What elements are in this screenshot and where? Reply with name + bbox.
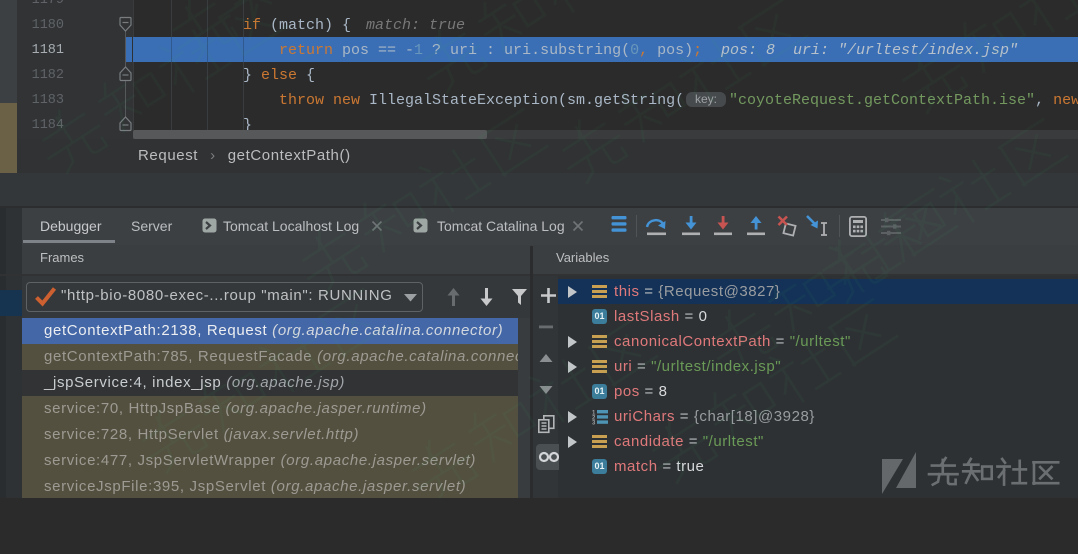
svg-text:3: 3 [592, 421, 596, 426]
